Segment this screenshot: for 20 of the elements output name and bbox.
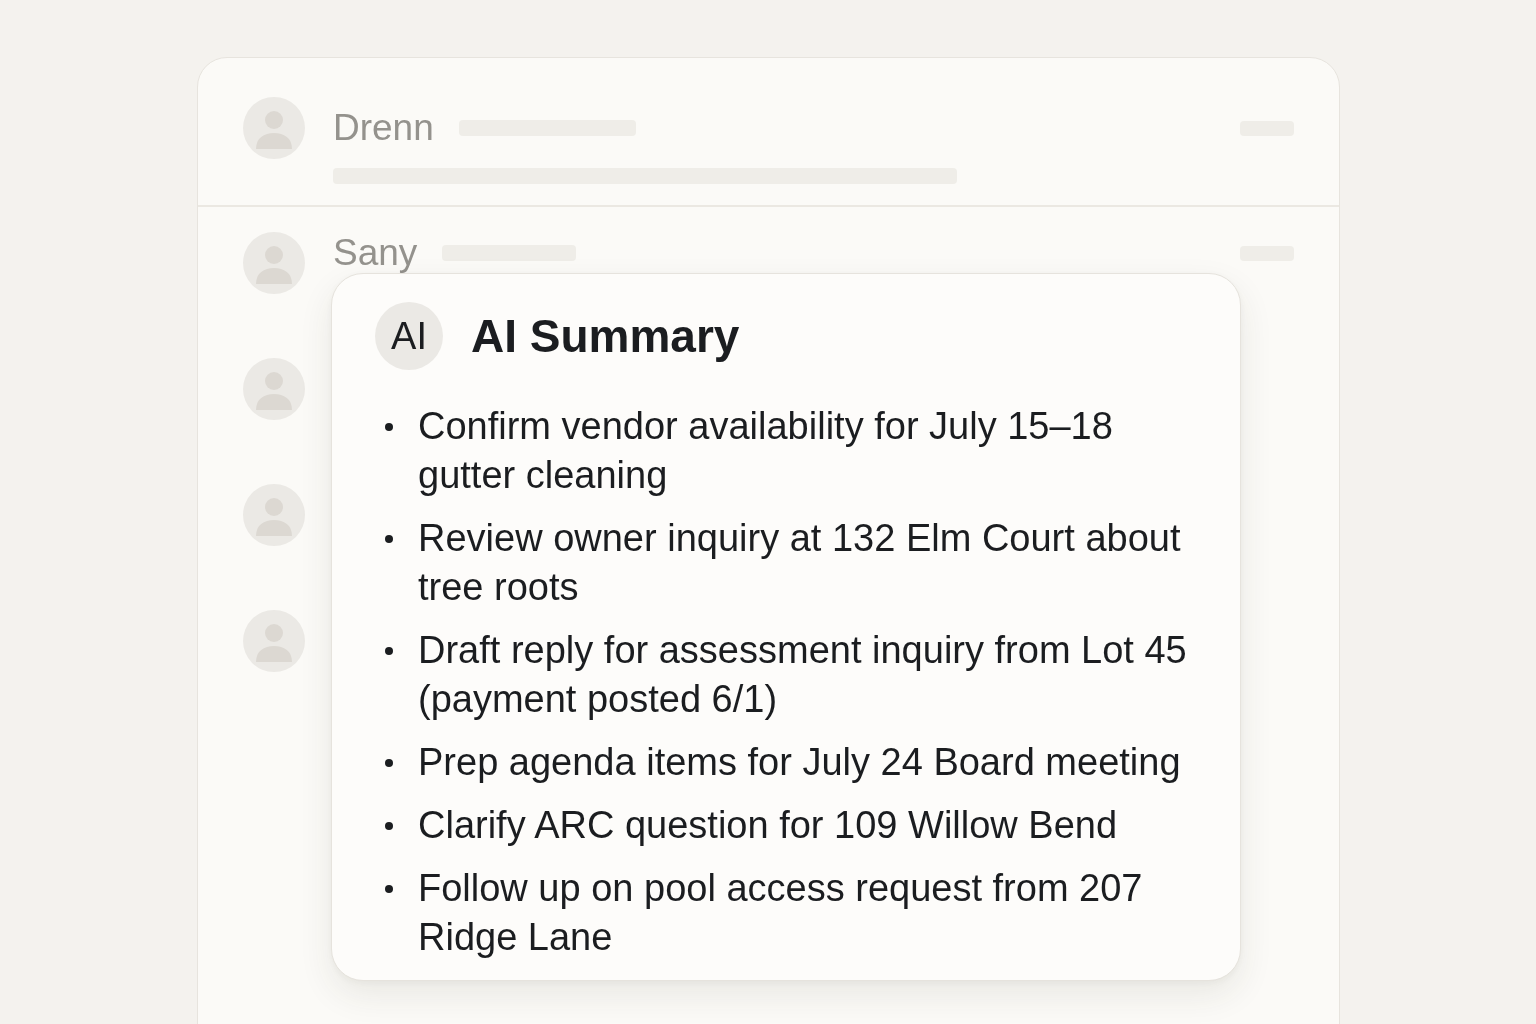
avatar-icon [243, 232, 305, 294]
avatar-icon [243, 358, 305, 420]
bullet-icon [385, 647, 393, 655]
sender-name: Drenn [333, 111, 434, 145]
summary-item: Draft reply for assessment inquiry from Lot 45 (payment posted 6/1) [418, 628, 1188, 722]
bullet-icon [385, 423, 393, 431]
summary-item: Prep agenda items for July 24 Board meeting [418, 740, 1182, 785]
summary-item: Review owner inquiry at 132 Elm Court about tree roots [418, 516, 1182, 610]
avatar-icon [243, 484, 305, 546]
bullet-icon [385, 822, 393, 830]
summary-item: Confirm vendor availability for July 15–18 gutter cleaning [418, 404, 1114, 498]
bullet-icon [385, 535, 393, 543]
avatar-icon [243, 97, 305, 159]
bullet-icon [385, 885, 393, 893]
summary-item: Follow up on pool access request from 207 Ridge Lane [418, 866, 1144, 960]
summary-item: Clarify ARC question for 109 Willow Bend [418, 803, 1119, 848]
ai-badge: AI [375, 302, 443, 370]
bullet-icon [385, 759, 393, 767]
avatar-icon [243, 610, 305, 672]
summary-title: AI Summary [471, 310, 740, 362]
